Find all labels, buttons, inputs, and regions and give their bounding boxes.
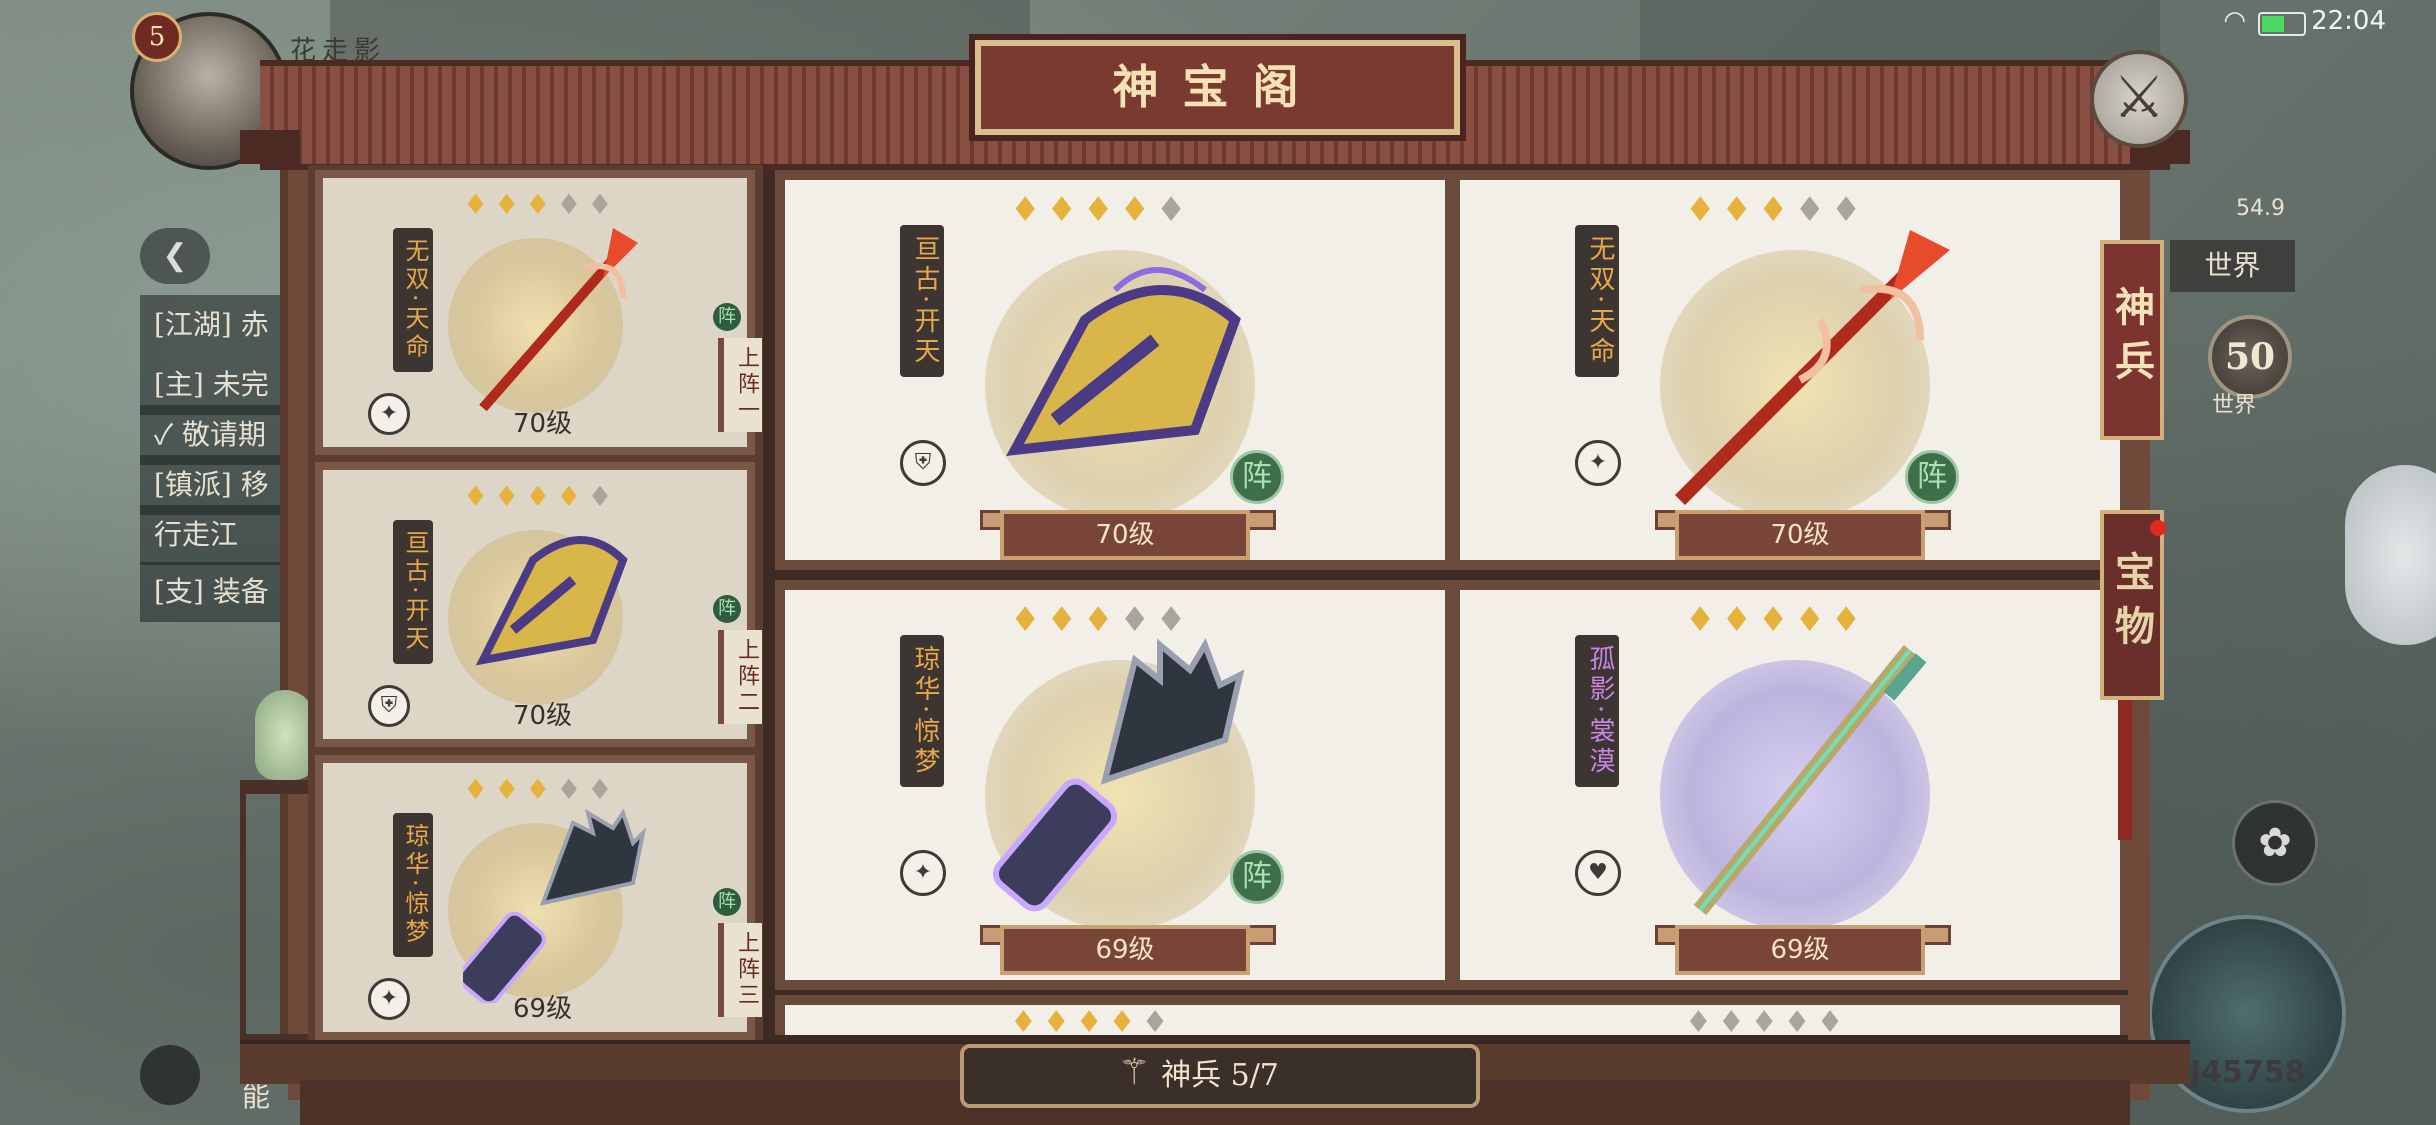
vase-decoration — [255, 690, 315, 780]
lineup-slot-3[interactable]: 琼华·惊梦 ♦♦♦♦♦ ✦ 69级 阵 上阵三 — [315, 755, 762, 1040]
quest-row-sect-detail: 行走江 — [140, 505, 300, 565]
weapon-type-icon: ⛨ — [900, 440, 946, 486]
formation-badge: 阵 — [1230, 850, 1284, 904]
world-level-label: 世界 — [2212, 393, 2257, 418]
weapon-type-icon: ⛨ — [368, 685, 410, 727]
gold-gauntlet-icon — [475, 536, 628, 666]
counter-label: 神兵 5/7 — [1161, 1058, 1279, 1093]
world-chat-tab[interactable]: 世界 — [2170, 240, 2295, 292]
notification-dot — [2150, 520, 2166, 536]
weapon-name: 无双·天命 — [1575, 225, 1619, 378]
jade-sword-icon — [1693, 644, 1927, 916]
battery-icon — [2258, 12, 2306, 36]
tab-treasure[interactable]: 宝物 — [2100, 510, 2164, 700]
quest-row-branch[interactable]: [支] 装备 — [140, 562, 300, 622]
red-halberd-icon — [479, 228, 638, 412]
weapon-emblem-icon: ⚚ — [1118, 1052, 1151, 1093]
weapon-type-icon: ✦ — [368, 393, 410, 435]
weapon-name: 孤影·裳漠 — [1575, 635, 1619, 788]
map-buildings-right — [1640, 0, 2160, 60]
weapon-card-3[interactable]: ♦♦♦♦♦ 琼华·惊梦 ✦ 阵 69级 — [775, 580, 1455, 990]
quest-row-jianghu[interactable]: [江湖] 赤 — [140, 295, 300, 355]
close-button[interactable]: ⚔ — [2090, 50, 2188, 148]
weapon-level: 70级 — [1000, 510, 1250, 560]
status-time: 22:04 — [2311, 6, 2386, 36]
weapon-type-icon: ✦ — [368, 978, 410, 1020]
player-level-badge: 5 — [132, 12, 182, 62]
weapon-level: 69级 — [1675, 925, 1925, 975]
weapon-name: 无双·天命 — [393, 228, 433, 372]
feather-fan-icon — [992, 638, 1245, 912]
wifi-icon: ◠ — [2223, 6, 2246, 36]
weapon-name: 琼华·惊梦 — [393, 813, 433, 957]
star-rating: ♦♦♦♦♦ — [1010, 1005, 1175, 1040]
weapon-card-1[interactable]: ♦♦♦♦♦ 亘古·开天 ⛨ 阵 70级 — [775, 170, 1455, 570]
weapon-type-icon: ♥ — [1575, 850, 1621, 896]
weapon-level: 70级 — [513, 701, 573, 731]
formation-badge: 阵 — [713, 888, 741, 916]
tab-divine-weapon[interactable]: 神兵 — [2100, 240, 2164, 440]
weapon-card-2[interactable]: ♦♦♦♦♦ 无双·天命 ✦ 阵 70级 — [1450, 170, 2130, 570]
bottom-left-icon[interactable] — [140, 1045, 200, 1105]
collection-counter: 神兵 5/7 — [960, 1044, 1480, 1108]
lineup-slot-label: 上阵三 — [718, 923, 762, 1017]
star-rating: ♦♦♦♦♦ — [1010, 190, 1193, 230]
tassel-decoration — [2118, 700, 2132, 840]
next-row-peek: ♦♦♦♦♦ ♦♦♦♦♦ — [775, 995, 2130, 1040]
feather-fan-icon — [463, 808, 647, 1003]
weapon-name: 亘古·开天 — [900, 225, 944, 378]
formation-badge: 阵 — [713, 303, 741, 331]
lineup-slot-label: 上阵二 — [718, 630, 762, 724]
back-arrow-icon[interactable]: ❮ — [140, 228, 210, 284]
floating-assistant-button[interactable] — [2345, 465, 2436, 645]
star-rating: ♦♦♦♦♦ — [1685, 1005, 1850, 1040]
formation-badge: 阵 — [1905, 450, 1959, 504]
weapon-level: 70级 — [1675, 510, 1925, 560]
weapon-type-icon: ✦ — [1575, 440, 1621, 486]
lineup-slot-2[interactable]: 亘古·开天 ♦♦♦♦♦ ⛨ 70级 阵 上阵二 — [315, 462, 762, 747]
weapon-type-icon: ✦ — [900, 850, 946, 896]
gold-gauntlet-icon — [1006, 267, 1241, 457]
weapon-level: 69级 — [1000, 925, 1250, 975]
crossed-swords-icon: ⚔ — [2113, 63, 2165, 131]
weapon-card-4[interactable]: ♦♦♦♦♦ 孤影·裳漠 ♥ 69级 — [1450, 580, 2130, 990]
lineup-slot-1[interactable]: 无双·天命 ♦♦♦♦♦ ✦ 70级 阵 上阵一 — [315, 170, 762, 455]
star-rating: ♦♦♦♦♦ — [463, 480, 619, 513]
formation-badge: 阵 — [1230, 450, 1284, 504]
lineup-slot-label: 上阵一 — [718, 338, 762, 432]
combat-power: J45758 — [2190, 1055, 2306, 1090]
weapon-level: 69级 — [513, 994, 573, 1024]
star-rating: ♦♦♦♦♦ — [463, 188, 619, 221]
formation-badge: 阵 — [713, 595, 741, 623]
map-coordinate: 54.9 — [2236, 196, 2285, 221]
weapon-name: 亘古·开天 — [393, 520, 433, 664]
flower-skill-icon[interactable]: ✿ — [2232, 800, 2318, 886]
roof-eave-left — [240, 130, 300, 164]
weapon-name: 琼华·惊梦 — [900, 635, 944, 788]
star-rating: ♦♦♦♦♦ — [463, 773, 619, 806]
dialog-title: 神宝阁 — [1112, 60, 1323, 114]
weapon-level: 70级 — [513, 409, 573, 439]
